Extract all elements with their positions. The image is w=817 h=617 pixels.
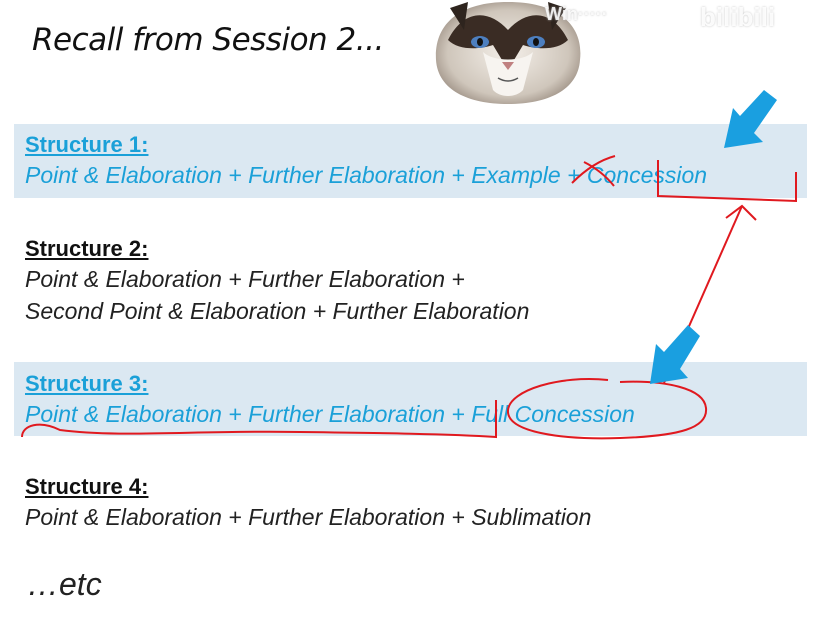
red-connector-line <box>663 205 743 384</box>
structure-4: Structure 4: Point & Elaboration + Furth… <box>25 473 591 533</box>
structure-2-line-1: Point & Elaboration + Further Elaboratio… <box>25 266 465 292</box>
watermark-left: Win····· <box>545 4 608 24</box>
structure-3-heading: Structure 3: <box>25 371 149 396</box>
red-arrowhead <box>725 204 757 221</box>
structure-4-heading: Structure 4: <box>25 474 149 499</box>
structure-4-line-1: Point & Elaboration + Further Elaboratio… <box>25 504 592 530</box>
structure-1: Structure 1: Point & Elaboration + Furth… <box>25 131 707 191</box>
structure-1-heading: Structure 1: <box>25 132 149 157</box>
structure-3-line-1: Point & Elaboration + Further Elaboratio… <box>25 401 635 427</box>
etc-text: …etc <box>27 566 102 602</box>
structure-2-line-2: Second Point & Elaboration + Further Ela… <box>25 298 530 324</box>
structure-3: Structure 3: Point & Elaboration + Furth… <box>25 370 635 430</box>
structure-2: Structure 2: Point & Elaboration + Furth… <box>25 235 529 327</box>
slide-title: Recall from Session 2... <box>32 22 384 58</box>
structure-2-heading: Structure 2: <box>25 236 149 261</box>
structure-1-line-1: Point & Elaboration + Further Elaboratio… <box>25 162 708 188</box>
bilibili-logo: bilibili <box>700 2 776 32</box>
